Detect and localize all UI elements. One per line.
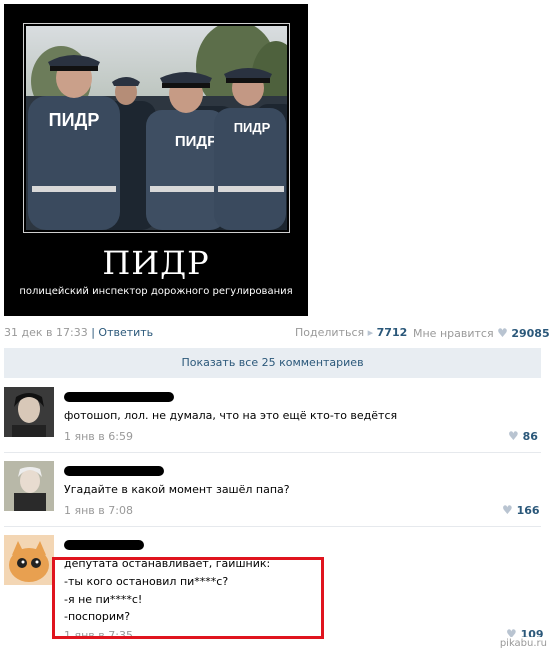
helmet-text-right: ПИДР	[234, 120, 271, 135]
megaphone-icon: ▸	[367, 326, 374, 339]
redacted-author-name	[64, 392, 174, 402]
comment-like[interactable]: ♥ 86	[508, 429, 538, 443]
comment-like-count: 86	[522, 430, 538, 443]
avatar[interactable]	[4, 461, 54, 511]
like-button[interactable]: Мне нравится ♥ 29085	[413, 326, 550, 340]
comment-date[interactable]: 1 янв в 7:08	[64, 504, 133, 517]
poster-title: ПИДР	[102, 244, 210, 282]
divider	[4, 526, 541, 527]
comment-like[interactable]: ♥ 109	[506, 627, 544, 637]
divider	[4, 452, 541, 453]
share-label: Поделиться	[295, 326, 365, 339]
like-label: Мне нравится	[413, 327, 494, 340]
comment-like[interactable]: ♥ 166	[502, 503, 540, 517]
heart-icon: ♥	[508, 429, 519, 443]
helmet-text-middle: ПИДР	[175, 133, 217, 150]
helmet-text-left: ПИДР	[49, 110, 100, 130]
highlight-box	[52, 557, 324, 639]
avatar[interactable]	[4, 535, 54, 585]
share-button[interactable]: Поделиться ▸ 7712	[295, 326, 407, 339]
reply-link[interactable]: Ответить	[98, 326, 153, 339]
redacted-author-name	[64, 466, 164, 476]
redacted-author-name	[64, 540, 144, 550]
comment-like-count: 109	[520, 628, 544, 637]
avatar[interactable]	[4, 387, 54, 437]
heart-icon: ♥	[497, 326, 508, 340]
share-count: 7712	[376, 326, 408, 339]
poster-subtitle: полицейский инспектор дорожного регулиро…	[19, 286, 293, 297]
comment-like-count: 166	[516, 504, 540, 517]
heart-icon: ♥	[506, 627, 517, 637]
post-date[interactable]: 31 дек в 17:33	[4, 326, 88, 339]
post-separator: |	[91, 326, 95, 339]
watermark: pikabu.ru	[499, 638, 547, 649]
comment-date[interactable]: 1 янв в 6:59	[64, 430, 133, 443]
post-meta: 31 дек в 17:33 | Ответить	[4, 326, 153, 339]
comment-text: фотошоп, лол. не думала, что на это ещё …	[64, 409, 398, 422]
show-all-comments-button[interactable]: Показать все 25 комментариев	[4, 348, 541, 378]
comment-text: Угадайте в какой момент зашёл папа?	[64, 483, 290, 496]
like-count: 29085	[511, 327, 550, 340]
heart-icon: ♥	[502, 503, 513, 517]
police-officers-photo: ПИДР ПИДР ПИДР	[23, 23, 290, 233]
